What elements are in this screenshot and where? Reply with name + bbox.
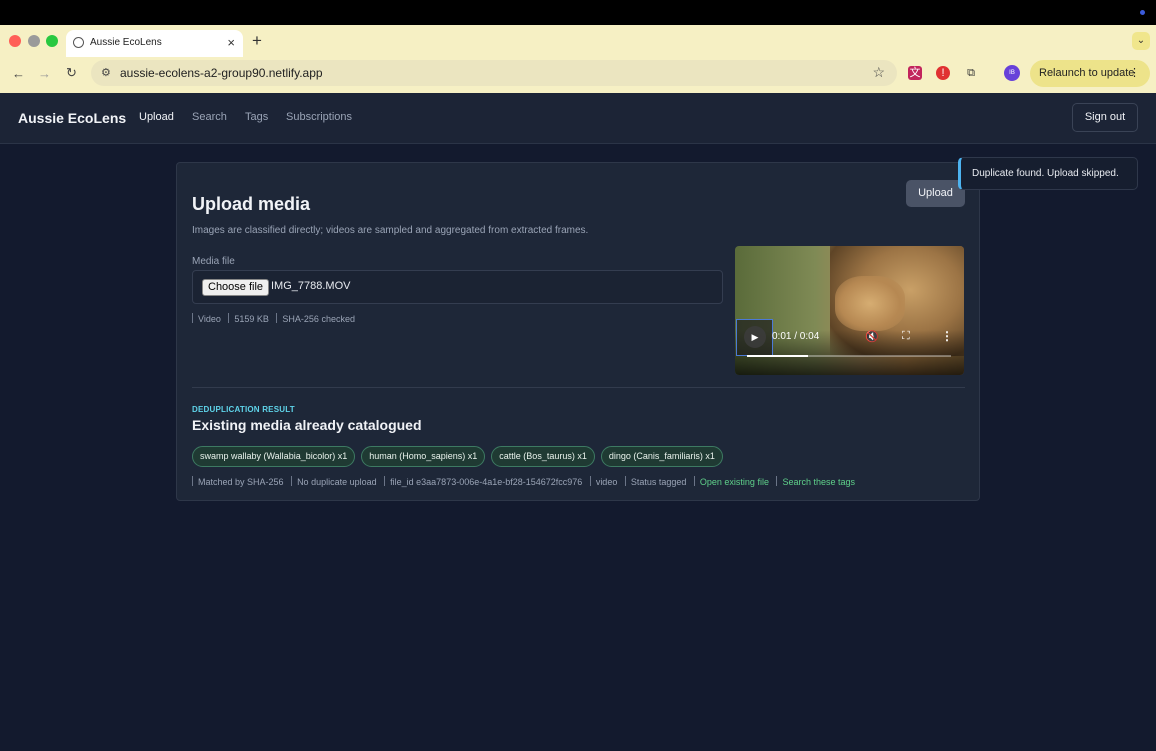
relaunch-label: Relaunch to update <box>1039 67 1135 79</box>
selected-file-name: IMG_7788.MOV <box>271 280 351 292</box>
globe-icon <box>73 37 84 48</box>
page-title: Upload media <box>192 194 311 214</box>
video-progress-fill <box>747 355 809 357</box>
relaunch-button[interactable]: Relaunch to update ⋮ <box>1030 60 1150 87</box>
file-type: Video <box>198 314 221 324</box>
tag-chip: cattle (Bos_taurus) x1 <box>491 446 595 467</box>
tab-close-button[interactable]: × <box>227 35 235 50</box>
fullscreen-icon[interactable]: ⛶ <box>902 330 910 343</box>
tag-status: Status tagged <box>630 477 687 487</box>
extension-shield-icon[interactable]: ! <box>936 66 950 80</box>
dedup-label: DEDUPLICATION RESULT <box>192 405 295 414</box>
media-kind: video <box>595 477 618 487</box>
file-meta: Video 5159 KB SHA-256 checked <box>192 313 355 324</box>
status-dot-icon <box>1140 10 1145 15</box>
dedup-title: Existing media already catalogued <box>192 417 422 433</box>
video-preview[interactable]: ▶ 0:01 / 0:04 🔇 ⛶ ⋮ <box>735 246 964 375</box>
macos-menu-bar <box>0 0 1156 25</box>
open-existing-file-link[interactable]: Open existing file <box>700 477 769 487</box>
more-vert-icon: ⋮ <box>1129 67 1140 79</box>
file-size: 5159 KB <box>234 314 269 324</box>
window-minimize-button[interactable] <box>28 35 40 47</box>
new-tab-button[interactable]: + <box>252 31 262 51</box>
browser-chrome: Aussie EcoLens × + ⌄ ← → ↻ ⚙ aussie-ecol… <box>0 25 1156 93</box>
extension-translate-icon[interactable]: 文 <box>908 66 922 80</box>
bookmark-star-icon[interactable]: ☆ <box>872 64 885 81</box>
tag-chip: dingo (Canis_familiaris) x1 <box>600 446 723 467</box>
tag-chip: human (Homo_sapiens) x1 <box>361 446 486 467</box>
video-frame-detail <box>835 276 905 331</box>
url-text: aussie-ecolens-a2-group90.netlify.app <box>120 66 323 80</box>
nav-upload[interactable]: Upload <box>139 111 174 123</box>
video-progress-bar[interactable] <box>747 355 951 357</box>
extensions-puzzle-icon[interactable]: ⧉ <box>964 66 978 80</box>
media-file-input[interactable]: Choose file IMG_7788.MOV <box>192 270 723 304</box>
search-these-tags-link[interactable]: Search these tags <box>782 477 855 487</box>
media-file-label: Media file <box>192 256 235 267</box>
app-brand[interactable]: Aussie EcoLens <box>18 110 126 126</box>
page-subtitle: Images are classified directly; videos a… <box>192 225 589 236</box>
address-bar[interactable]: ⚙ aussie-ecolens-a2-group90.netlify.app … <box>91 60 897 86</box>
video-more-icon[interactable]: ⋮ <box>941 329 953 343</box>
browser-tab[interactable]: Aussie EcoLens × <box>66 30 243 57</box>
upload-card: Upload Upload media Images are classifie… <box>176 162 980 501</box>
play-icon: ▶ <box>744 326 766 348</box>
forward-button[interactable]: → <box>38 66 51 81</box>
nav-subscriptions[interactable]: Subscriptions <box>286 111 352 123</box>
nav-tags[interactable]: Tags <box>245 111 268 123</box>
tab-title: Aussie EcoLens <box>90 37 162 48</box>
upload-button[interactable]: Upload <box>906 180 965 207</box>
play-button[interactable]: ▶ <box>736 319 773 356</box>
toast-notification: Duplicate found. Upload skipped. <box>958 157 1138 190</box>
back-button[interactable]: ← <box>12 66 25 81</box>
reload-button[interactable]: ↻ <box>66 65 77 81</box>
file-id: file_id e3aa7873-006e-4a1e-bf28-154672fc… <box>390 477 583 487</box>
window-maximize-button[interactable] <box>46 35 58 47</box>
tab-search-button[interactable]: ⌄ <box>1132 32 1150 50</box>
section-divider <box>192 387 965 388</box>
video-time: 0:01 / 0:04 <box>772 331 820 342</box>
tag-chip: swamp wallaby (Wallabia_bicolor) x1 <box>192 446 356 467</box>
profile-avatar[interactable]: IB <box>1004 65 1020 81</box>
mute-icon[interactable]: 🔇 <box>865 330 879 343</box>
app-header: Aussie EcoLens Upload Search Tags Subscr… <box>0 93 1156 144</box>
dedup-meta: Matched by SHA-256 No duplicate upload f… <box>192 476 855 487</box>
upload-status: No duplicate upload <box>297 477 377 487</box>
choose-file-button[interactable]: Choose file <box>202 279 270 296</box>
sign-out-button[interactable]: Sign out <box>1072 103 1138 132</box>
match-method: Matched by SHA-256 <box>198 477 284 487</box>
window-close-button[interactable] <box>9 35 21 47</box>
tag-chips: swamp wallaby (Wallabia_bicolor) x1 huma… <box>192 446 723 467</box>
site-info-icon[interactable]: ⚙ <box>101 66 111 79</box>
hash-status: SHA-256 checked <box>282 314 355 324</box>
nav-search[interactable]: Search <box>192 111 227 123</box>
